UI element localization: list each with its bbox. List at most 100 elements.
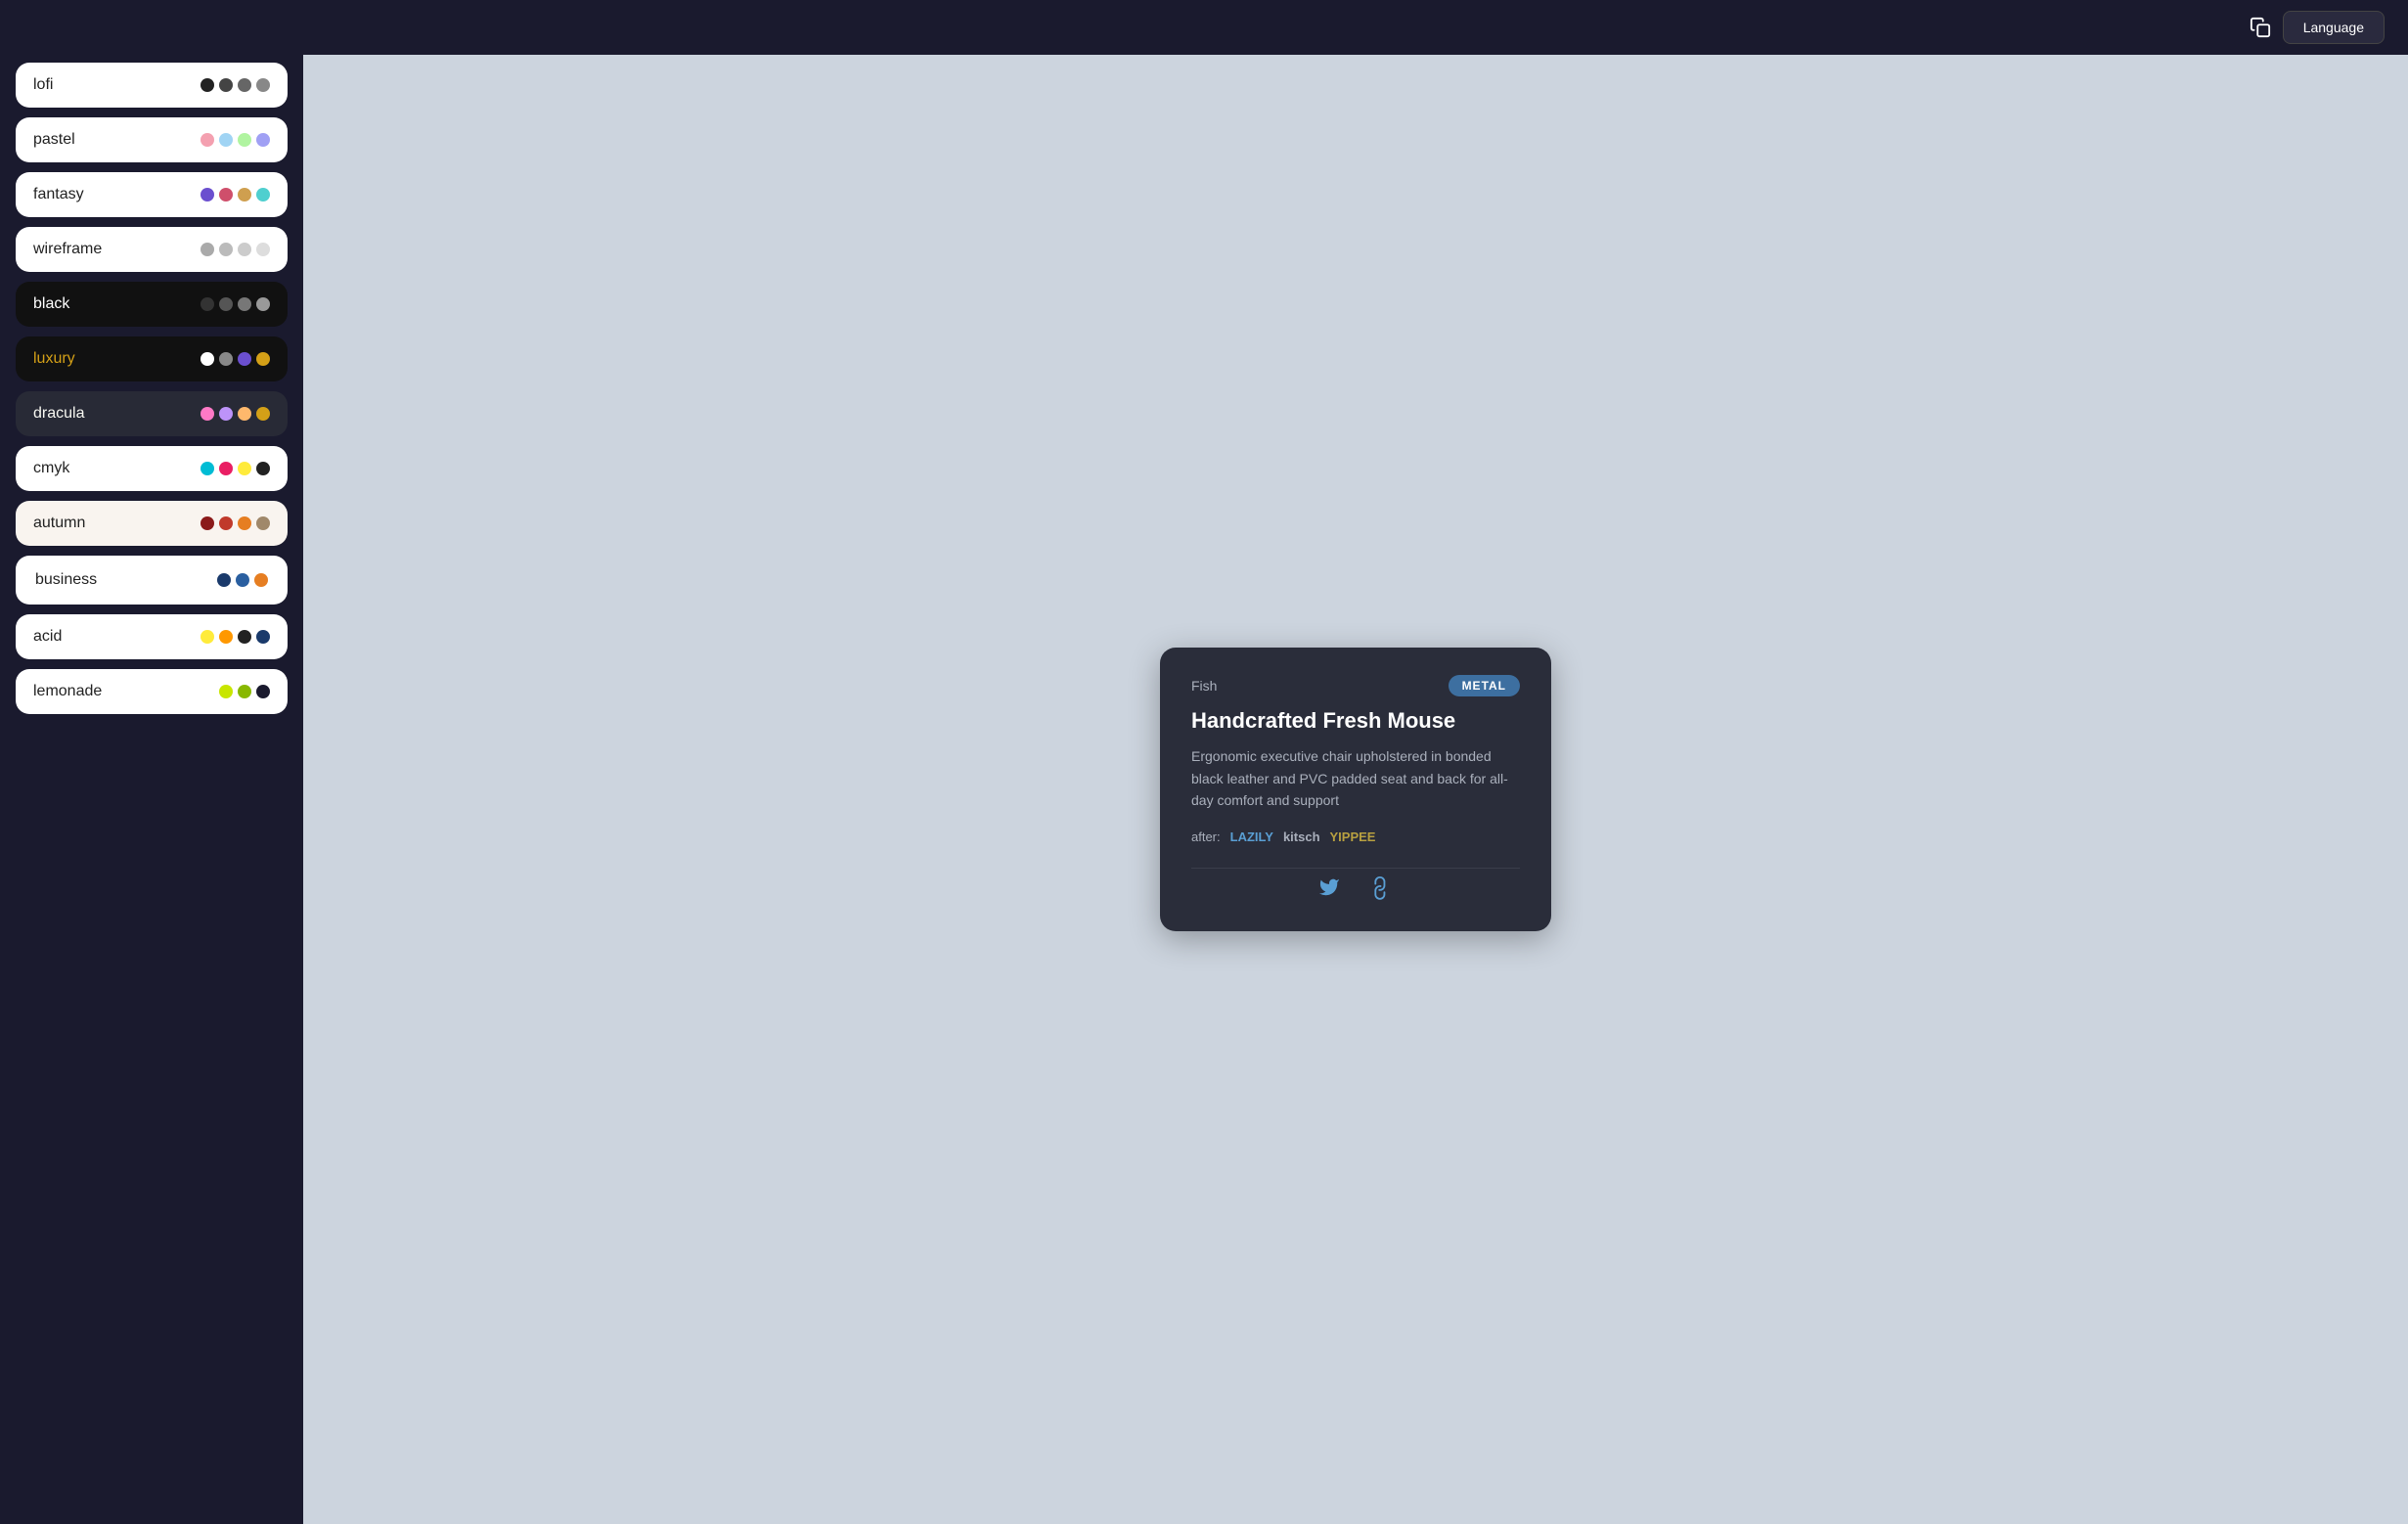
theme-dot (238, 407, 251, 421)
theme-label-lemonade: lemonade (33, 683, 102, 700)
theme-dot (238, 78, 251, 92)
theme-dot (256, 78, 270, 92)
sidebar-item-lemonade[interactable]: lemonade (16, 669, 288, 714)
theme-dot (201, 352, 214, 366)
sidebar-item-lofi[interactable]: lofi (16, 63, 288, 108)
theme-label-wireframe: wireframe (33, 241, 102, 258)
theme-dot (219, 78, 233, 92)
theme-label-lofi: lofi (33, 76, 53, 94)
theme-dot (219, 188, 233, 202)
card-tags-label: after: (1191, 829, 1221, 844)
sidebar-item-autumn[interactable]: autumn (16, 501, 288, 546)
theme-dot (219, 630, 233, 644)
theme-dots-autumn (201, 516, 270, 530)
theme-dots-wireframe (201, 243, 270, 256)
sidebar-item-luxury[interactable]: luxury (16, 336, 288, 381)
theme-dots-cmyk (201, 462, 270, 475)
theme-dot (219, 352, 233, 366)
theme-dot (238, 630, 251, 644)
language-button[interactable]: Language (2283, 11, 2385, 44)
theme-dot (219, 297, 233, 311)
theme-dots-luxury (201, 352, 270, 366)
theme-dot (201, 462, 214, 475)
theme-dot (238, 462, 251, 475)
theme-dot (256, 188, 270, 202)
theme-dot (201, 630, 214, 644)
theme-dot (238, 188, 251, 202)
theme-dot (238, 243, 251, 256)
sidebar-item-cmyk[interactable]: cmyk (16, 446, 288, 491)
theme-dot (256, 352, 270, 366)
link-icon[interactable] (1364, 873, 1399, 907)
theme-dot (236, 573, 249, 587)
theme-label-fantasy: fantasy (33, 186, 84, 203)
card-category: Fish (1191, 678, 1217, 694)
card-tag-kitsch[interactable]: kitsch (1283, 829, 1320, 844)
theme-label-cmyk: cmyk (33, 460, 69, 477)
theme-dot (254, 573, 268, 587)
theme-dots-dracula (201, 407, 270, 421)
theme-label-luxury: luxury (33, 350, 75, 368)
theme-dots-lofi (201, 78, 270, 92)
theme-dot (219, 685, 233, 698)
theme-dot (201, 407, 214, 421)
theme-label-acid: acid (33, 628, 62, 646)
theme-dot (238, 297, 251, 311)
card-badge: METAL (1449, 675, 1520, 696)
theme-dot (238, 133, 251, 147)
theme-label-dracula: dracula (33, 405, 84, 423)
sidebar-item-acid[interactable]: acid (16, 614, 288, 659)
topnav: Language (0, 0, 2408, 55)
theme-dot (219, 243, 233, 256)
copy-icon[interactable] (2250, 17, 2271, 38)
sidebar-item-dracula[interactable]: dracula (16, 391, 288, 436)
card-title: Handcrafted Fresh Mouse (1191, 708, 1520, 734)
card-tags: after: LAZILY kitsch YIPPEE (1191, 829, 1520, 844)
theme-dot (256, 243, 270, 256)
theme-dots-fantasy (201, 188, 270, 202)
theme-dot (219, 462, 233, 475)
theme-dot (219, 133, 233, 147)
theme-dots-black (201, 297, 270, 311)
theme-label-autumn: autumn (33, 515, 85, 532)
content-area: Fish METAL Handcrafted Fresh Mouse Ergon… (303, 55, 2408, 1524)
theme-dot (256, 630, 270, 644)
theme-label-pastel: pastel (33, 131, 75, 149)
sidebar-item-black[interactable]: black (16, 282, 288, 327)
theme-dots-acid (201, 630, 270, 644)
theme-dot (256, 685, 270, 698)
sidebar-item-business[interactable]: business (16, 556, 288, 605)
theme-dot (219, 407, 233, 421)
theme-dot (256, 297, 270, 311)
theme-dot (238, 352, 251, 366)
card-icons (1191, 868, 1520, 904)
theme-dot (201, 297, 214, 311)
theme-dot (238, 516, 251, 530)
theme-dot (201, 78, 214, 92)
main-layout: lofi pastel fantasy wireframe black luxury dra… (0, 55, 2408, 1524)
card-header: Fish METAL (1191, 675, 1520, 696)
twitter-icon[interactable] (1318, 876, 1340, 904)
theme-dot (201, 243, 214, 256)
theme-dot (201, 188, 214, 202)
sidebar-item-fantasy[interactable]: fantasy (16, 172, 288, 217)
product-card: Fish METAL Handcrafted Fresh Mouse Ergon… (1160, 648, 1551, 930)
card-tag-yippee[interactable]: YIPPEE (1330, 829, 1376, 844)
theme-label-business: business (35, 571, 97, 589)
theme-dots-lemonade (219, 685, 270, 698)
card-tag-lazily[interactable]: LAZILY (1230, 829, 1273, 844)
theme-dot (256, 133, 270, 147)
theme-dots-pastel (201, 133, 270, 147)
theme-dots-business (217, 573, 268, 587)
theme-dot (219, 516, 233, 530)
theme-dot (201, 133, 214, 147)
theme-dot (238, 685, 251, 698)
sidebar-item-wireframe[interactable]: wireframe (16, 227, 288, 272)
theme-dot (217, 573, 231, 587)
theme-dot (201, 516, 214, 530)
card-description: Ergonomic executive chair upholstered in… (1191, 745, 1520, 811)
sidebar-item-pastel[interactable]: pastel (16, 117, 288, 162)
sidebar: lofi pastel fantasy wireframe black luxury dra… (0, 55, 303, 1524)
theme-dot (256, 462, 270, 475)
theme-label-black: black (33, 295, 69, 313)
